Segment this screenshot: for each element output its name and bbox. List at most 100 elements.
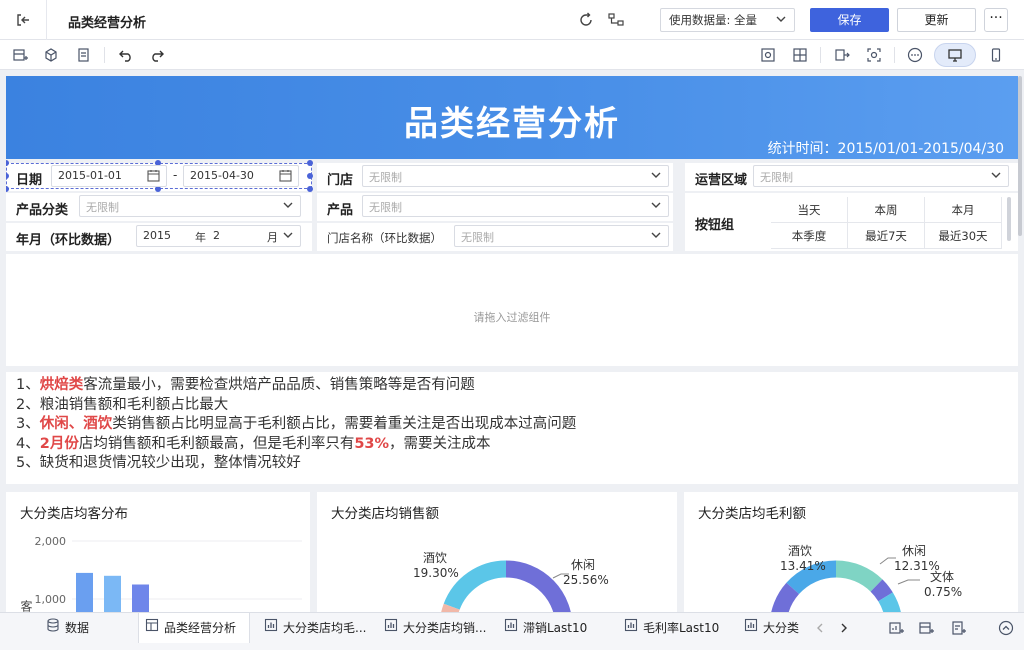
button-today[interactable]: 当天 bbox=[771, 197, 848, 223]
yearmonth-filter: 年月（环比数据） 2015 年 2 月 bbox=[6, 223, 312, 251]
insights-text: 1、烘焙类客流量最小，需要检查烘焙产品品质、销售策略等是否有问题 2、粮油销售额… bbox=[6, 372, 1018, 484]
tab-component[interactable]: 大分类店均销... bbox=[378, 613, 496, 643]
chevron-down-icon bbox=[776, 13, 786, 27]
chevron-down-icon bbox=[650, 169, 662, 184]
button-this-quarter[interactable]: 本季度 bbox=[771, 223, 848, 249]
insight-highlight: 53% bbox=[354, 435, 390, 452]
chart-icon bbox=[504, 613, 518, 643]
donut-chart: 酒饮19.30% 休闲25.56% bbox=[413, 551, 609, 612]
undo-icon[interactable] bbox=[116, 45, 136, 65]
tab-component[interactable]: 毛利率Last10 bbox=[618, 613, 736, 643]
layout-icon[interactable] bbox=[790, 45, 810, 65]
donut-slice bbox=[878, 592, 901, 612]
desktop-view-toggle[interactable] bbox=[934, 43, 976, 67]
insight-highlight: 2月份 bbox=[39, 435, 79, 452]
export-icon[interactable] bbox=[832, 45, 852, 65]
store-select[interactable]: 无限制 bbox=[362, 165, 669, 187]
banner: 品类经营分析 统计时间：2015/01/01-2015/04/30 bbox=[6, 76, 1018, 159]
add-report-icon[interactable] bbox=[948, 618, 968, 638]
chart-icon bbox=[624, 613, 638, 643]
date-start-input[interactable]: 2015-01-01 bbox=[51, 165, 167, 187]
date-end-input[interactable]: 2015-04-30 bbox=[183, 165, 299, 187]
date-end-value: 2015-04-30 bbox=[190, 169, 254, 182]
chevron-right-icon[interactable] bbox=[834, 618, 854, 638]
insight-text: 客流量最小，需要检查烘焙产品品质、销售策略等是否有问题 bbox=[83, 377, 475, 393]
chart-card-sales[interactable]: 大分类店均销售额 酒饮 19.30% 休闲 25.56% bbox=[317, 492, 677, 612]
category-value: 无限制 bbox=[86, 201, 119, 214]
top-bar: 品类经营分析 使用数据量: 全量 保存 更新 ··· bbox=[0, 0, 1024, 40]
insight-line: 2、粮油销售额和毛利额占比最大 bbox=[16, 396, 229, 413]
tab-label: 数据 bbox=[65, 621, 90, 635]
y-tick-label: 2,000 bbox=[35, 535, 67, 548]
resize-handle[interactable] bbox=[6, 186, 9, 192]
add-dataset-icon[interactable] bbox=[41, 45, 61, 65]
button-this-week[interactable]: 本周 bbox=[848, 197, 925, 223]
insight-text: ，需要关注成本 bbox=[389, 435, 491, 452]
page-title: 品类经营分析 bbox=[68, 16, 147, 31]
chevron-down-icon bbox=[282, 199, 294, 214]
category-select[interactable]: 无限制 bbox=[79, 195, 301, 217]
yearmonth-select[interactable]: 2015 年 2 月 bbox=[136, 225, 301, 247]
tab-component[interactable]: 滞销Last10 bbox=[498, 613, 616, 643]
mobile-icon[interactable] bbox=[986, 45, 1006, 65]
screenshot-icon[interactable] bbox=[864, 45, 884, 65]
resize-handle[interactable] bbox=[307, 173, 313, 179]
vertical-scrollbar[interactable] bbox=[1018, 76, 1022, 236]
bar bbox=[104, 575, 121, 612]
filter-drop-area[interactable]: 请拖入过滤组件 bbox=[6, 254, 1018, 366]
resize-handle[interactable] bbox=[307, 160, 313, 166]
chevron-left-icon[interactable] bbox=[810, 618, 830, 638]
divider bbox=[46, 0, 47, 40]
tab-label: 大分类 bbox=[763, 621, 800, 635]
slice-label: 休闲 bbox=[571, 558, 595, 572]
store-filter: 门店 无限制 bbox=[317, 163, 673, 191]
insight-prefix: 1、 bbox=[16, 377, 40, 393]
button-last-7-days[interactable]: 最近7天 bbox=[848, 223, 925, 249]
calendar-icon bbox=[147, 169, 160, 185]
tab-component[interactable]: 大分类 bbox=[738, 613, 802, 643]
tab-component[interactable]: 大分类店均毛... bbox=[258, 613, 376, 643]
scrollbar[interactable] bbox=[1007, 197, 1011, 241]
update-button[interactable]: 更新 bbox=[897, 8, 976, 32]
add-text-icon[interactable] bbox=[74, 45, 94, 65]
data-amount-select[interactable]: 使用数据量: 全量 bbox=[660, 8, 795, 32]
save-button[interactable]: 保存 bbox=[810, 8, 889, 32]
slice-value: 19.30% bbox=[413, 566, 459, 580]
structure-icon[interactable] bbox=[606, 10, 626, 30]
tab-label: 大分类店均销... bbox=[403, 621, 487, 635]
region-select[interactable]: 无限制 bbox=[753, 165, 1009, 187]
add-dashboard-icon[interactable] bbox=[916, 618, 936, 638]
add-component-icon[interactable] bbox=[886, 618, 906, 638]
insight-text: 店均销售额和毛利额最高，但是毛利率只有 bbox=[78, 435, 355, 452]
button-this-month[interactable]: 本月 bbox=[925, 197, 1002, 223]
tab-dashboard[interactable]: 品类经营分析 bbox=[138, 613, 250, 643]
product-select[interactable]: 无限制 bbox=[362, 195, 669, 217]
insight-prefix: 4、 bbox=[16, 435, 40, 452]
chevron-down-icon bbox=[282, 229, 294, 244]
store-name-label: 门店名称（环比数据） bbox=[327, 231, 442, 245]
donut-slice bbox=[835, 560, 883, 592]
donut-slice bbox=[505, 560, 571, 612]
chart-card-profit[interactable]: 大分类店均毛利额 酒饮 13.41% 休闲 12.31% 文体 0.75% bbox=[684, 492, 1018, 612]
collapse-icon[interactable] bbox=[996, 618, 1016, 638]
toolbar-divider bbox=[820, 47, 821, 63]
resize-handle[interactable] bbox=[307, 186, 313, 192]
insight-text: 类销售额占比明显高于毛利额占比，需要着重关注是否出现成本过高问题 bbox=[112, 416, 577, 432]
redo-icon[interactable] bbox=[147, 45, 167, 65]
more-options-icon[interactable] bbox=[905, 45, 925, 65]
preview-icon[interactable] bbox=[758, 45, 778, 65]
chart-card-customers[interactable]: 大分类店均客分布 2,000 1,000 客流量 bbox=[6, 492, 310, 612]
category-filter: 产品分类 无限制 bbox=[6, 193, 312, 221]
refresh-icon[interactable] bbox=[576, 10, 596, 30]
month-unit: 月 bbox=[267, 231, 278, 244]
tab-data[interactable]: 数据 bbox=[40, 613, 136, 643]
product-label: 产品 bbox=[327, 203, 354, 218]
button-last-30-days[interactable]: 最近30天 bbox=[925, 223, 1002, 249]
exit-icon[interactable] bbox=[14, 11, 32, 29]
store-name-select[interactable]: 无限制 bbox=[454, 225, 669, 247]
date-filter[interactable]: 日期 2015-01-01 - 2015-04-30 bbox=[6, 160, 313, 192]
region-value: 无限制 bbox=[760, 171, 793, 184]
slice-value: 25.56% bbox=[563, 573, 609, 587]
more-button[interactable]: ··· bbox=[984, 8, 1008, 32]
add-component-icon[interactable] bbox=[10, 45, 30, 65]
